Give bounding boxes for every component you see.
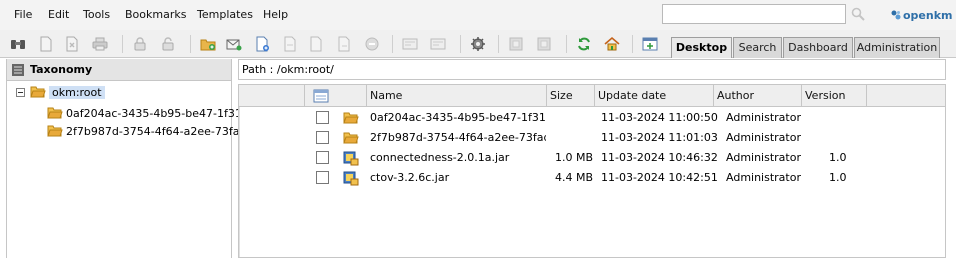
export-icon[interactable] — [642, 36, 658, 52]
row-checkbox[interactable] — [316, 151, 329, 164]
logo-text: openkm — [903, 8, 953, 22]
home-icon[interactable] — [604, 36, 620, 52]
row-version: 1.0 — [829, 151, 847, 164]
workflow-gear-icon[interactable] — [470, 36, 486, 52]
create-document-icon[interactable] — [38, 36, 54, 52]
search-icon[interactable] — [850, 6, 866, 22]
row-author: Administrator — [726, 151, 801, 164]
row-date: 11-03-2024 10:42:51 — [601, 171, 718, 184]
document-grid: Name Size Update date Author Version 0af… — [238, 84, 946, 258]
create-folder-icon[interactable] — [200, 36, 216, 52]
folder-icon — [47, 107, 63, 119]
open-folder-icon — [30, 86, 46, 98]
unlock-icon[interactable] — [160, 36, 176, 52]
row-size: 4.4 MB — [555, 171, 594, 184]
toolbar-separator — [392, 35, 393, 53]
tab-dashboard[interactable]: Dashboard — [783, 37, 853, 58]
menu-bookmarks[interactable]: Bookmarks — [125, 8, 186, 21]
row-date: 11-03-2024 10:46:32 — [601, 151, 718, 164]
add-document-icon[interactable] — [254, 36, 270, 52]
cancel-checkout-icon[interactable] — [364, 36, 380, 52]
toolbar-separator — [460, 35, 461, 53]
collapse-toggle-icon[interactable] — [16, 87, 25, 97]
row-checkbox[interactable] — [316, 131, 329, 144]
print-icon[interactable] — [92, 36, 108, 52]
table-row[interactable]: 2f7b987d-3754-4f64-a2ee-73fad30 11-03-20… — [239, 128, 945, 148]
row-name[interactable]: ctov-3.2.6c.jar — [370, 168, 546, 188]
toolbar-separator — [498, 35, 499, 53]
column-update-date[interactable]: Update date — [595, 85, 714, 107]
lock-icon[interactable] — [132, 36, 148, 52]
row-date: 11-03-2024 11:00:50 — [601, 111, 718, 124]
checkout-icon[interactable] — [308, 36, 324, 52]
toolbar-separator — [566, 35, 567, 53]
header-select[interactable] — [305, 85, 367, 107]
taxonomy-panel: Taxonomy okm:root 0af204ac-3435-4b95-be4… — [6, 59, 249, 258]
remove-subscription-icon[interactable] — [536, 36, 552, 52]
row-author: Administrator — [726, 171, 801, 184]
table-row[interactable]: ctov-3.2.6c.jar 4.4 MB 11-03-2024 10:42:… — [239, 168, 945, 188]
tree-node-label[interactable]: 2f7b987d-3754-4f64-a2ee-73fad — [66, 125, 246, 138]
tab-administration[interactable]: Administration — [854, 37, 940, 58]
tree-node-label[interactable]: 0af204ac-3435-4b95-be47-1f314 — [66, 107, 249, 120]
jar-file-icon — [343, 151, 359, 166]
taxonomy-title: Taxonomy — [30, 63, 93, 76]
send-mail-icon[interactable] — [226, 36, 242, 52]
row-checkbox[interactable] — [316, 171, 329, 184]
row-checkbox[interactable] — [316, 111, 329, 124]
menu-templates[interactable]: Templates — [197, 8, 253, 21]
refresh-icon[interactable] — [576, 36, 592, 52]
row-name[interactable]: 2f7b987d-3754-4f64-a2ee-73fad30 — [370, 128, 546, 148]
add-property-group-icon[interactable] — [402, 36, 418, 52]
row-name[interactable]: 0af204ac-3435-4b95-be47-1f3141 — [370, 108, 546, 128]
column-version[interactable]: Version — [802, 85, 867, 107]
toolbar-separator — [190, 35, 191, 53]
find-similar-icon[interactable] — [10, 36, 26, 52]
menu-bar: File Edit Tools Bookmarks Templates Help… — [0, 0, 956, 30]
add-subscription-icon[interactable] — [508, 36, 524, 52]
row-name[interactable]: connectedness-2.0.1a.jar — [370, 148, 546, 168]
column-name[interactable]: Name — [367, 85, 547, 107]
tree-node[interactable]: 0af204ac-3435-4b95-be47-1f314 — [47, 106, 249, 120]
taxonomy-header: Taxonomy — [7, 59, 231, 81]
toolbar-separator — [632, 35, 633, 53]
folder-icon — [343, 132, 359, 144]
row-size: 1.0 MB — [555, 151, 594, 164]
remove-property-group-icon[interactable] — [430, 36, 446, 52]
tree-node[interactable]: 2f7b987d-3754-4f64-a2ee-73fad — [47, 124, 246, 138]
folder-icon — [47, 125, 63, 137]
tree-root-label[interactable]: okm:root — [49, 85, 105, 99]
menu-edit[interactable]: Edit — [48, 8, 69, 21]
table-row[interactable]: 0af204ac-3435-4b95-be47-1f3141 11-03-202… — [239, 108, 945, 128]
folder-icon — [343, 112, 359, 124]
column-author[interactable]: Author — [714, 85, 802, 107]
path-bar: Path : /okm:root/ — [238, 59, 946, 80]
grid-header: Name Size Update date Author Version — [239, 85, 945, 107]
search-input[interactable] — [662, 4, 846, 24]
toolbar-separator — [122, 35, 123, 53]
menu-help[interactable]: Help — [263, 8, 288, 21]
tab-search[interactable]: Search — [733, 37, 782, 58]
scanner-icon[interactable] — [282, 36, 298, 52]
row-author: Administrator — [726, 131, 801, 144]
menu-tools[interactable]: Tools — [83, 8, 110, 21]
row-author: Administrator — [726, 111, 801, 124]
header-spacer — [239, 85, 305, 107]
column-size[interactable]: Size — [547, 85, 595, 107]
jar-file-icon — [343, 171, 359, 186]
openkm-logo: openkm — [890, 7, 953, 23]
table-row[interactable]: connectedness-2.0.1a.jar 1.0 MB 11-03-20… — [239, 148, 945, 168]
tab-desktop[interactable]: Desktop — [671, 37, 732, 58]
row-date: 11-03-2024 11:01:03 — [601, 131, 718, 144]
taxonomy-icon — [12, 63, 24, 76]
tree-root[interactable]: okm:root — [16, 85, 105, 99]
columns-icon[interactable] — [313, 88, 329, 104]
checkin-icon[interactable] — [336, 36, 352, 52]
row-version: 1.0 — [829, 171, 847, 184]
delete-document-icon[interactable] — [64, 36, 80, 52]
menu-file[interactable]: File — [14, 8, 32, 21]
